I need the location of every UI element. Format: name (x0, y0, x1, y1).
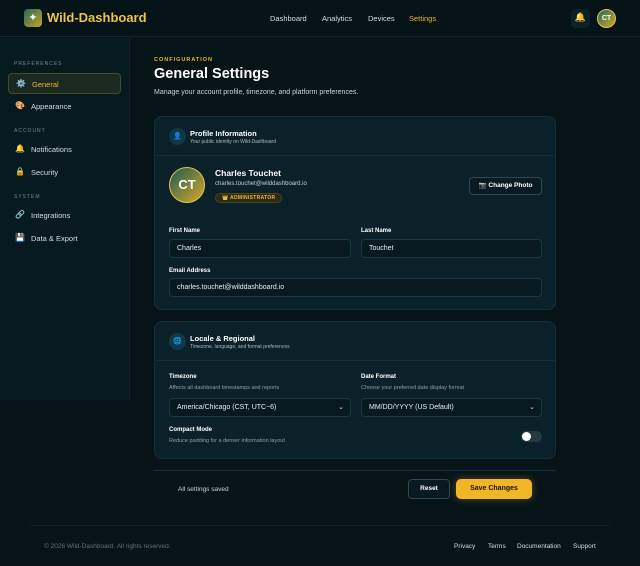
lock-icon: 🔒 (15, 167, 25, 176)
floppy-disk-icon: 💾 (15, 233, 25, 242)
sidebar-heading-preferences: PREFERENCES (14, 61, 63, 67)
locale-card: 🌐 Locale & Regional Timezone, language, … (154, 321, 556, 459)
save-status: All settings saved (178, 486, 229, 493)
locale-card-header: 🌐 Locale & Regional Timezone, language, … (155, 322, 555, 361)
sidebar-item-general[interactable]: ⚙️ General (8, 73, 121, 94)
brand-name[interactable]: Wild-Dashboard (47, 10, 147, 25)
footer-copyright: © 2026 Wild-Dashboard. All rights reserv… (44, 543, 171, 550)
sidebar-item-security[interactable]: 🔒 Security (8, 162, 121, 183)
sidebar-heading-system: SYSTEM (14, 194, 41, 200)
timezone-selected-value: America/Chicago (CST, UTC−6) (177, 404, 277, 411)
role-badge: 👑 ADMINISTRATOR (215, 193, 283, 203)
sidebar-item-label: Appearance (31, 102, 72, 111)
chevron-down-icon: ⌄ (338, 403, 344, 411)
toggle-knob (522, 432, 531, 441)
email-label: Email Address (169, 268, 211, 274)
reset-button[interactable]: Reset (408, 479, 450, 499)
timezone-hint: Affects all dashboard timestamps and rep… (169, 385, 280, 391)
profile-card: 👤 Profile Information Your public identi… (154, 116, 556, 310)
profile-name: Charles Touchet (215, 168, 281, 178)
footer-link-terms[interactable]: Terms (488, 543, 506, 550)
logo-icon[interactable]: ✦ (24, 9, 42, 27)
footer-divider (30, 525, 610, 526)
sidebar-item-label: Security (31, 168, 59, 177)
change-photo-button[interactable]: 📷 Change Photo (469, 177, 542, 195)
nav-link-analytics[interactable]: Analytics (322, 14, 352, 23)
save-changes-button[interactable]: Save Changes (456, 479, 532, 499)
profile-avatar: CT (169, 167, 205, 203)
sidebar-item-label: Data & Export (31, 234, 78, 243)
sidebar-item-data-export[interactable]: 💾 Data & Export (8, 228, 121, 249)
nav-link-dashboard[interactable]: Dashboard (270, 14, 307, 23)
compact-mode-toggle[interactable] (521, 431, 542, 442)
sidebar-item-label: Integrations (31, 211, 71, 220)
user-icon: 👤 (169, 128, 186, 145)
sidebar-item-label: Notifications (31, 145, 72, 154)
sidebar-item-appearance[interactable]: 🎨 Appearance (8, 96, 121, 117)
footer-link-privacy[interactable]: Privacy (454, 543, 475, 550)
footer-link-documentation[interactable]: Documentation (517, 543, 561, 550)
date-format-selected-value: MM/DD/YYYY (US Default) (369, 404, 454, 411)
user-avatar[interactable]: CT (597, 9, 616, 28)
nav-link-settings[interactable]: Settings (409, 14, 436, 23)
date-format-label: Date Format (361, 374, 397, 380)
bell-icon: 🔔 (15, 144, 25, 153)
email-field[interactable]: charles.touchet@wilddashboard.io (169, 278, 542, 297)
date-format-hint: Choose your preferred date display forma… (361, 385, 465, 391)
card-subtitle: Your public identity on Wild-Dashboard (190, 139, 276, 145)
notifications-bell-icon[interactable]: 🔔 (571, 9, 590, 28)
compact-mode-label: Compact Mode (169, 427, 213, 433)
chevron-down-icon: ⌄ (529, 403, 535, 411)
timezone-label: Timezone (169, 374, 197, 380)
nav-link-devices[interactable]: Devices (368, 14, 395, 23)
sidebar-heading-account: ACCOUNT (14, 128, 46, 134)
top-navbar: ✦ Wild-Dashboard Dashboard Analytics Dev… (0, 0, 640, 37)
card-title: Profile Information (190, 129, 257, 138)
timezone-select[interactable]: America/Chicago (CST, UTC−6) ⌄ (169, 398, 351, 417)
gear-icon: ⚙️ (16, 79, 26, 88)
page-subtitle: Manage your account profile, timezone, a… (154, 89, 359, 96)
footer-link-support[interactable]: Support (573, 543, 596, 550)
settings-sidebar: PREFERENCES ⚙️ General 🎨 Appearance ACCO… (0, 38, 130, 400)
globe-icon: 🌐 (169, 333, 186, 350)
first-name-field[interactable]: Charles (169, 239, 351, 258)
last-name-label: Last Name (361, 228, 392, 234)
sidebar-item-integrations[interactable]: 🔗 Integrations (8, 205, 121, 226)
sidebar-item-label: General (32, 80, 59, 89)
card-subtitle: Timezone, language, and format preferenc… (190, 344, 290, 350)
settings-action-bar: All settings saved Reset Save Changes (154, 470, 556, 506)
profile-email: charles.touchet@wilddashboard.io (215, 181, 307, 187)
palette-icon: 🎨 (15, 101, 25, 110)
page-title: General Settings (154, 66, 270, 82)
date-format-select[interactable]: MM/DD/YYYY (US Default) ⌄ (361, 398, 542, 417)
link-icon: 🔗 (15, 210, 25, 219)
last-name-field[interactable]: Touchet (361, 239, 542, 258)
first-name-label: First Name (169, 228, 201, 234)
page-eyebrow: CONFIGURATION (154, 57, 214, 63)
card-title: Locale & Regional (190, 334, 256, 343)
profile-card-header: 👤 Profile Information Your public identi… (155, 117, 555, 156)
compact-mode-hint: Reduce padding for a denser information … (169, 438, 285, 444)
sidebar-item-notifications[interactable]: 🔔 Notifications (8, 139, 121, 160)
